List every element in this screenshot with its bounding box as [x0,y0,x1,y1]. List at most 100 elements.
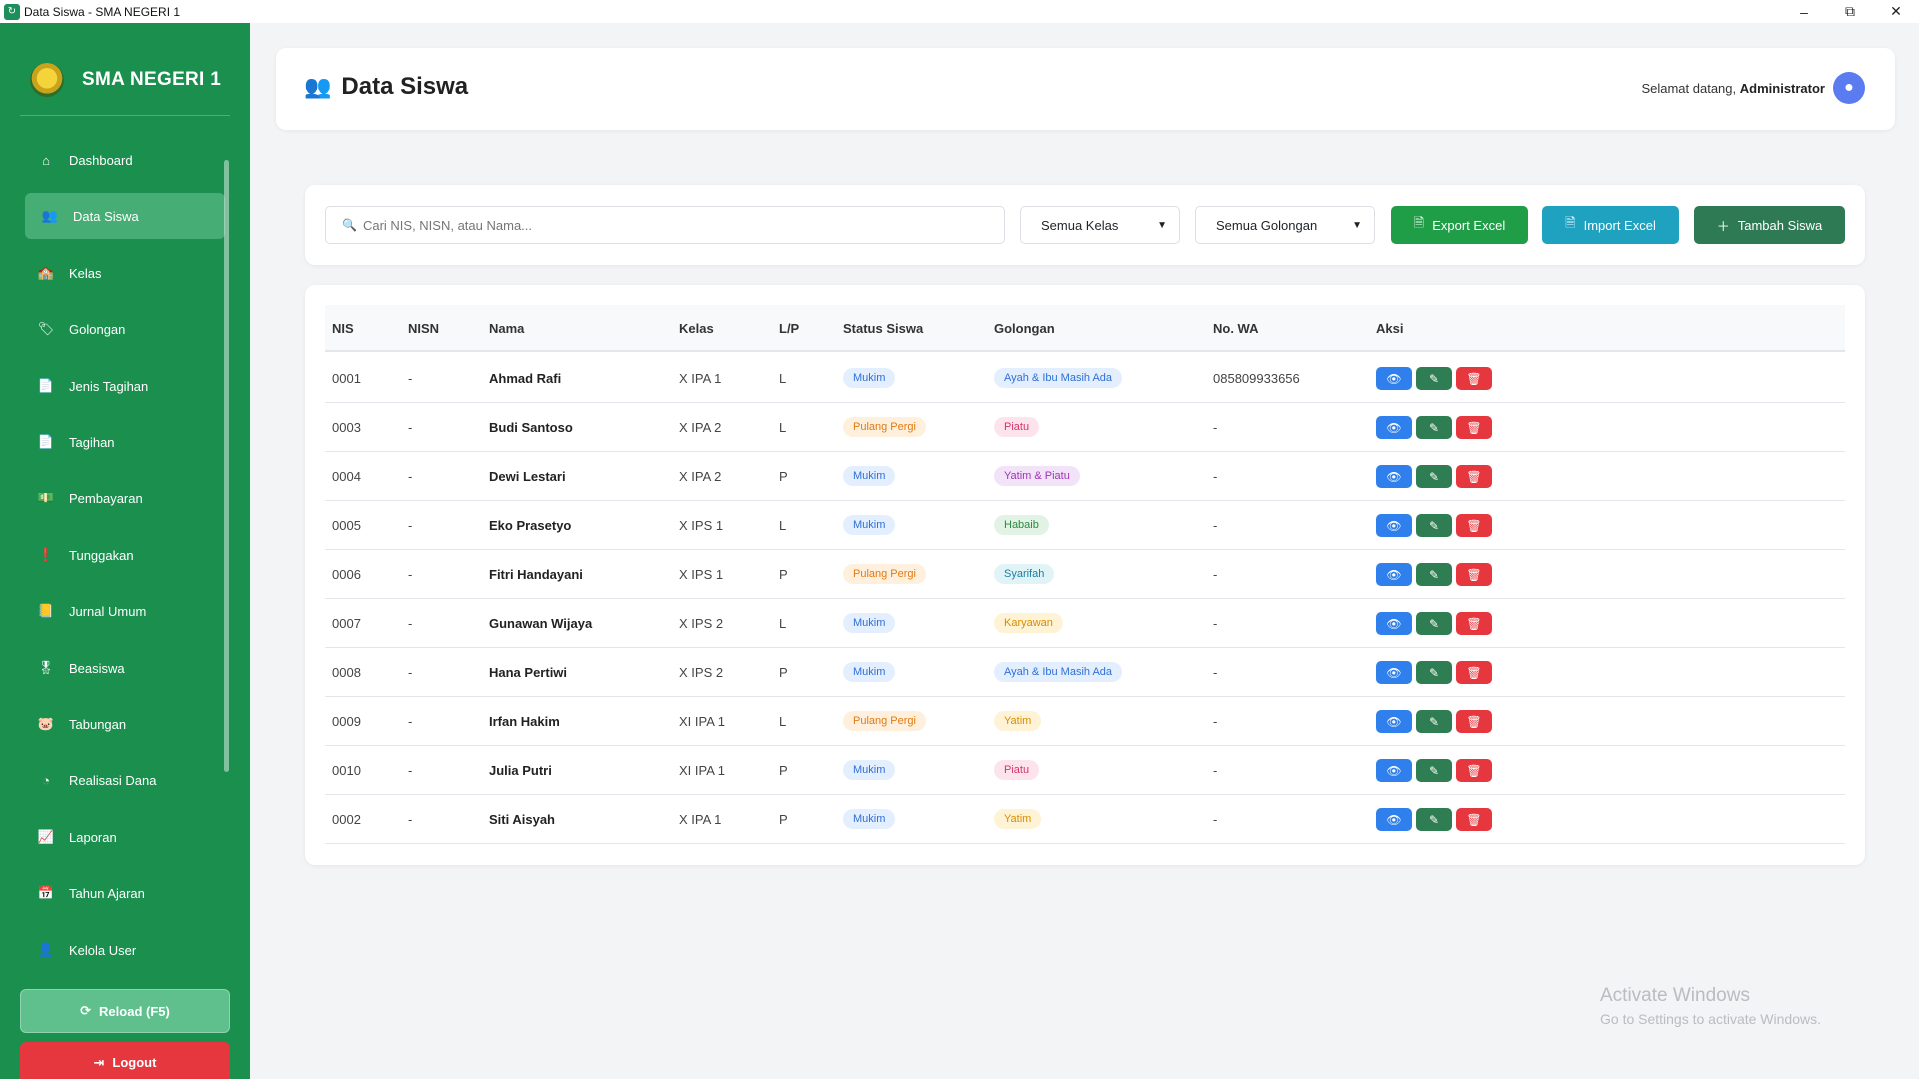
table-row[interactable]: 0007 - Gunawan Wijaya X IPS 2 L Mukim Karyawan… [325,599,1845,648]
table-row[interactable]: 0009 - Irfan Hakim XI IPA 1 L Pulang Pergi Yat… [325,697,1845,746]
edit-button[interactable]: ✎ [1416,514,1452,537]
sidebar-item-realisasi-dana[interactable]: ◔ Realisasi Dana [25,757,225,803]
edit-button[interactable]: ✎ [1416,563,1452,586]
delete-button[interactable]: 🗑 [1456,759,1492,782]
table-row[interactable]: 0010 - Julia Putri XI IPA 1 P Mukim Piatu - 👁 ✎ 🗑 [325,746,1845,795]
delete-button[interactable]: 🗑 [1456,367,1492,390]
status-badge: Pulang Pergi [843,564,926,584]
view-button[interactable]: 👁 [1376,416,1412,439]
kelas-select[interactable]: Semua Kelas ▼ [1020,206,1180,244]
cell-nisn: - [408,812,413,827]
delete-button[interactable]: 🗑 [1456,514,1492,537]
edit-icon: ✎ [1428,371,1440,386]
cell-nis: 0008 [332,665,361,680]
sidebar-scrollbar[interactable] [224,160,229,772]
status-badge: Mukim [843,515,896,535]
view-button[interactable]: 👁 [1376,661,1412,684]
maximize-button[interactable]: ⧉ [1827,0,1873,23]
cell-lp: L [779,420,787,435]
search-box[interactable]: 🔍 [325,206,1005,244]
sidebar-item-pembayaran[interactable]: 💵 Pembayaran [25,475,225,521]
cell-lp: L [779,616,787,631]
sidebar-item-tagihan[interactable]: 📄 Tagihan [25,419,225,465]
sidebar-item-data-siswa[interactable]: 👥 Data Siswa [25,193,225,239]
golongan-badge: Habaib [994,515,1049,535]
sidebar-item-laporan[interactable]: 📈 Laporan [25,814,225,860]
sidebar-item-kelas[interactable]: 🏫 Kelas [25,250,225,296]
watermark-subtitle: Go to Settings to activate Windows. [1600,1011,1821,1027]
view-button[interactable]: 👁 [1376,514,1412,537]
table-row[interactable]: 0008 - Hana Pertiwi X IPS 2 P Mukim Ayah & Ibu… [325,648,1845,697]
table-row[interactable]: 0002 - Siti Aisyah X IPA 1 P Mukim Yatim - 👁 ✎ 🗑 [325,795,1845,844]
edit-button[interactable]: ✎ [1416,808,1452,831]
reload-button[interactable]: ⟳ Reload (F5) [20,989,230,1033]
eye-icon: 👁 [1386,812,1402,827]
add-student-button[interactable]: ＋ Tambah Siswa [1694,206,1845,244]
delete-button[interactable]: 🗑 [1456,563,1492,586]
delete-button[interactable]: 🗑 [1456,416,1492,439]
tag-icon: 🏷 [37,321,55,336]
close-button[interactable]: ✕ [1873,0,1919,23]
export-excel-button[interactable]: 🗎 Export Excel [1391,206,1528,244]
golongan-badge: Yatim & Piatu [994,466,1080,486]
import-excel-button[interactable]: 🗎 Import Excel [1542,206,1679,244]
edit-icon: ✎ [1428,567,1440,582]
delete-button[interactable]: 🗑 [1456,661,1492,684]
table-row[interactable]: 0004 - Dewi Lestari X IPA 2 P Mukim Yatim & Pi… [325,452,1845,501]
view-button[interactable]: 👁 [1376,367,1412,390]
sidebar-item-tabungan[interactable]: 🐷 Tabungan [25,701,225,747]
status-badge: Mukim [843,368,896,388]
delete-button[interactable]: 🗑 [1456,465,1492,488]
file-icon: 📄 [37,378,55,393]
sidebar-item-jenis-tagihan[interactable]: 📄 Jenis Tagihan [25,363,225,409]
table-row[interactable]: 0006 - Fitri Handayani X IPS 1 P Pulang Pergi… [325,550,1845,599]
search-input[interactable] [362,217,963,233]
edit-button[interactable]: ✎ [1416,416,1452,439]
edit-button[interactable]: ✎ [1416,367,1452,390]
delete-button[interactable]: 🗑 [1456,710,1492,733]
view-button[interactable]: 👁 [1376,612,1412,635]
delete-button[interactable]: 🗑 [1456,612,1492,635]
delete-button[interactable]: 🗑 [1456,808,1492,831]
file-import-icon: 🗎 [1565,215,1576,230]
cell-wa: - [1213,714,1218,729]
home-icon: ⌂ [42,152,50,168]
user-avatar-icon[interactable]: ● [1833,72,1865,104]
view-button[interactable]: 👁 [1376,759,1412,782]
sidebar-item-label: Jurnal Umum [69,603,147,619]
edit-button[interactable]: ✎ [1416,612,1452,635]
minimize-button[interactable]: – [1781,0,1827,23]
sidebar-item-jurnal-umum[interactable]: 📒 Jurnal Umum [25,588,225,634]
golongan-select[interactable]: Semua Golongan ▼ [1195,206,1375,244]
table-row[interactable]: 0005 - Eko Prasetyo X IPS 1 L Mukim Habaib - 👁 ✎ 🗑 [325,501,1845,550]
cell-kelas: X IPA 1 [679,371,722,386]
sidebar-item-beasiswa[interactable]: 🎖 Beasiswa [25,645,225,691]
sidebar-item-kelola-user[interactable]: 👤 Kelola User [25,927,225,973]
cell-kelas: X IPA 2 [679,469,722,484]
logout-button[interactable]: ⇥ Logout [20,1042,230,1079]
view-button[interactable]: 👁 [1376,465,1412,488]
edit-button[interactable]: ✎ [1416,710,1452,733]
table-header: NIS NISN Nama Kelas L/P Status Siswa Golongan N… [325,305,1845,352]
trash-icon: 🗑 [1466,518,1482,533]
cell-wa: 085809933656 [1213,371,1300,386]
sidebar-item-dashboard[interactable]: ⌂ Dashboard [25,137,225,183]
table-row[interactable]: 0003 - Budi Santoso X IPA 2 L Pulang Pergi Pia… [325,403,1845,452]
cell-lp: P [779,469,788,484]
view-button[interactable]: 👁 [1376,808,1412,831]
sidebar-item-golongan[interactable]: 🏷 Golongan [25,306,225,352]
table-row[interactable]: 0001 - Ahmad Rafi X IPA 1 L Mukim Ayah & Ibu M… [325,354,1845,403]
cell-nis: 0003 [332,420,361,435]
sidebar-item-label: Realisasi Dana [69,772,157,788]
edit-button[interactable]: ✎ [1416,759,1452,782]
sidebar-item-tunggakan[interactable]: ❗ Tunggakan [25,532,225,578]
user-cog-icon: 👤 [37,942,55,957]
sidebar-item-tahun-ajaran[interactable]: 📅 Tahun Ajaran [25,870,225,916]
edit-button[interactable]: ✎ [1416,661,1452,684]
view-button[interactable]: 👁 [1376,563,1412,586]
view-button[interactable]: 👁 [1376,710,1412,733]
edit-button[interactable]: ✎ [1416,465,1452,488]
pie-chart-icon: ◔ [42,772,50,788]
money-icon: 💵 [37,490,55,505]
trash-icon: 🗑 [1466,714,1482,729]
